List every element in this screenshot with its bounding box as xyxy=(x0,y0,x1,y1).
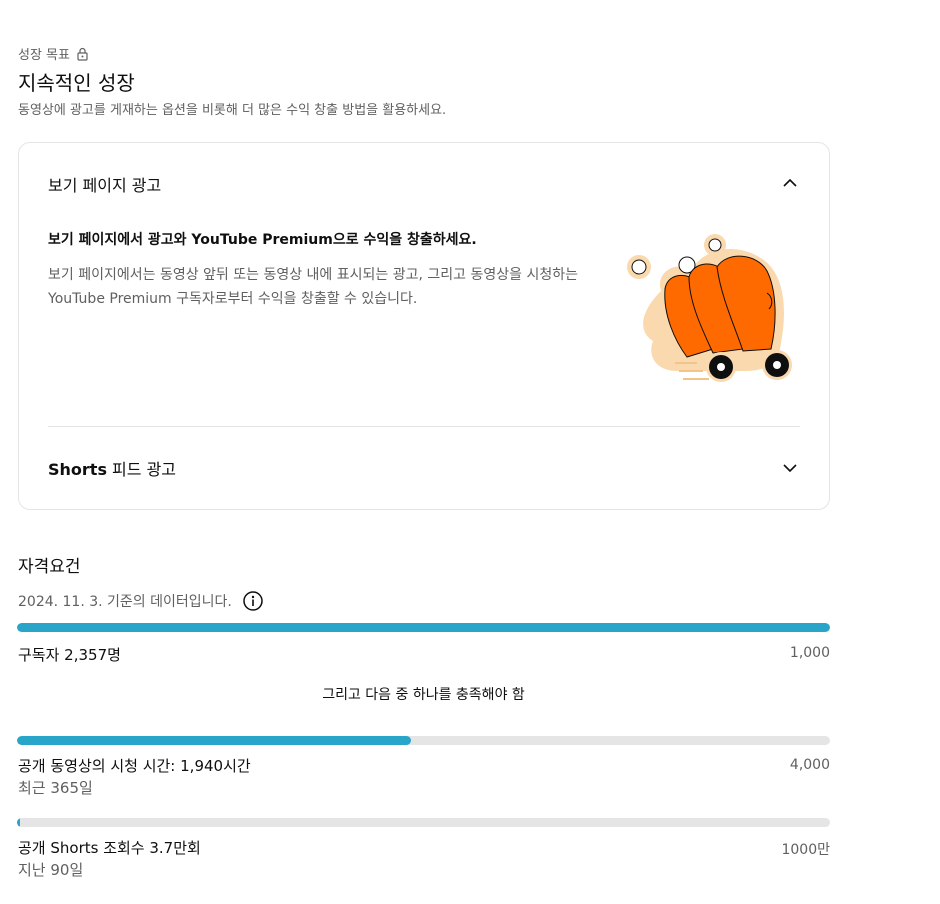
section-watch-page-ads-header[interactable]: 보기 페이지 광고 xyxy=(48,172,161,196)
section-shorts-feed-ads-header-rest: 피드 광고 xyxy=(106,460,177,479)
watch-time-progress-fill xyxy=(17,736,412,745)
section-divider xyxy=(48,426,800,427)
subscribers-label: 구독자 2,357명 xyxy=(18,646,121,664)
monetization-card: 보기 페이지 광고 보기 페이지에서 광고와 YouTube Premium으로… xyxy=(18,142,830,510)
goal-subtitle: 동영상에 광고를 게재하는 옵션을 비롯해 더 많은 수익 창출 방법을 활용하… xyxy=(18,103,447,118)
requirements-connector: 그리고 다음 중 하나를 충족해야 함 xyxy=(322,687,525,703)
lock-icon xyxy=(77,47,88,61)
subscribers-target: 1,000 xyxy=(789,645,830,661)
data-date-text: 2024. 11. 3. 기준의 데이터입니다. xyxy=(18,594,232,610)
info-icon[interactable] xyxy=(242,590,264,612)
section-watch-page-ads-body: 보기 페이지에서는 동영상 앞뒤 또는 동영상 내에 표시되는 광고, 그리고 … xyxy=(48,267,578,307)
shorts-views-label: 공개 Shorts 조회수 3.7만회 xyxy=(18,839,201,857)
section-shorts-feed-ads-header[interactable]: Shorts 피드 광고 xyxy=(48,456,176,480)
goal-title: 지속적인 성장 xyxy=(18,71,135,95)
goal-label-text: 성장 목표 xyxy=(18,48,70,63)
shorts-views-progress-bar xyxy=(17,818,830,827)
subscribers-progress-fill xyxy=(17,623,830,632)
watch-time-progress-bar xyxy=(17,736,830,745)
shorts-views-target: 1000만 xyxy=(781,842,830,858)
section-watch-page-ads-title: 보기 페이지에서 광고와 YouTube Premium으로 수익을 창출하세요… xyxy=(48,232,477,248)
subscribers-progress-bar xyxy=(17,623,830,632)
shorts-views-progress-fill xyxy=(17,818,20,827)
requirements-title: 자격요건 xyxy=(18,557,81,577)
section-shorts-feed-ads-header-bold: Shorts xyxy=(48,460,107,479)
chevron-down-icon[interactable] xyxy=(781,459,799,477)
goal-label: 성장 목표 xyxy=(18,44,89,63)
illustration-car-icon xyxy=(627,234,792,382)
shorts-views-period: 지난 90일 xyxy=(18,861,84,879)
watch-time-label: 공개 동영상의 시청 시간: 1,940시간 xyxy=(18,757,251,775)
chevron-up-icon[interactable] xyxy=(781,174,799,192)
watch-time-period: 최근 365일 xyxy=(18,779,93,797)
data-date-line: 2024. 11. 3. 기준의 데이터입니다. xyxy=(18,590,264,612)
watch-time-target: 4,000 xyxy=(789,757,830,773)
